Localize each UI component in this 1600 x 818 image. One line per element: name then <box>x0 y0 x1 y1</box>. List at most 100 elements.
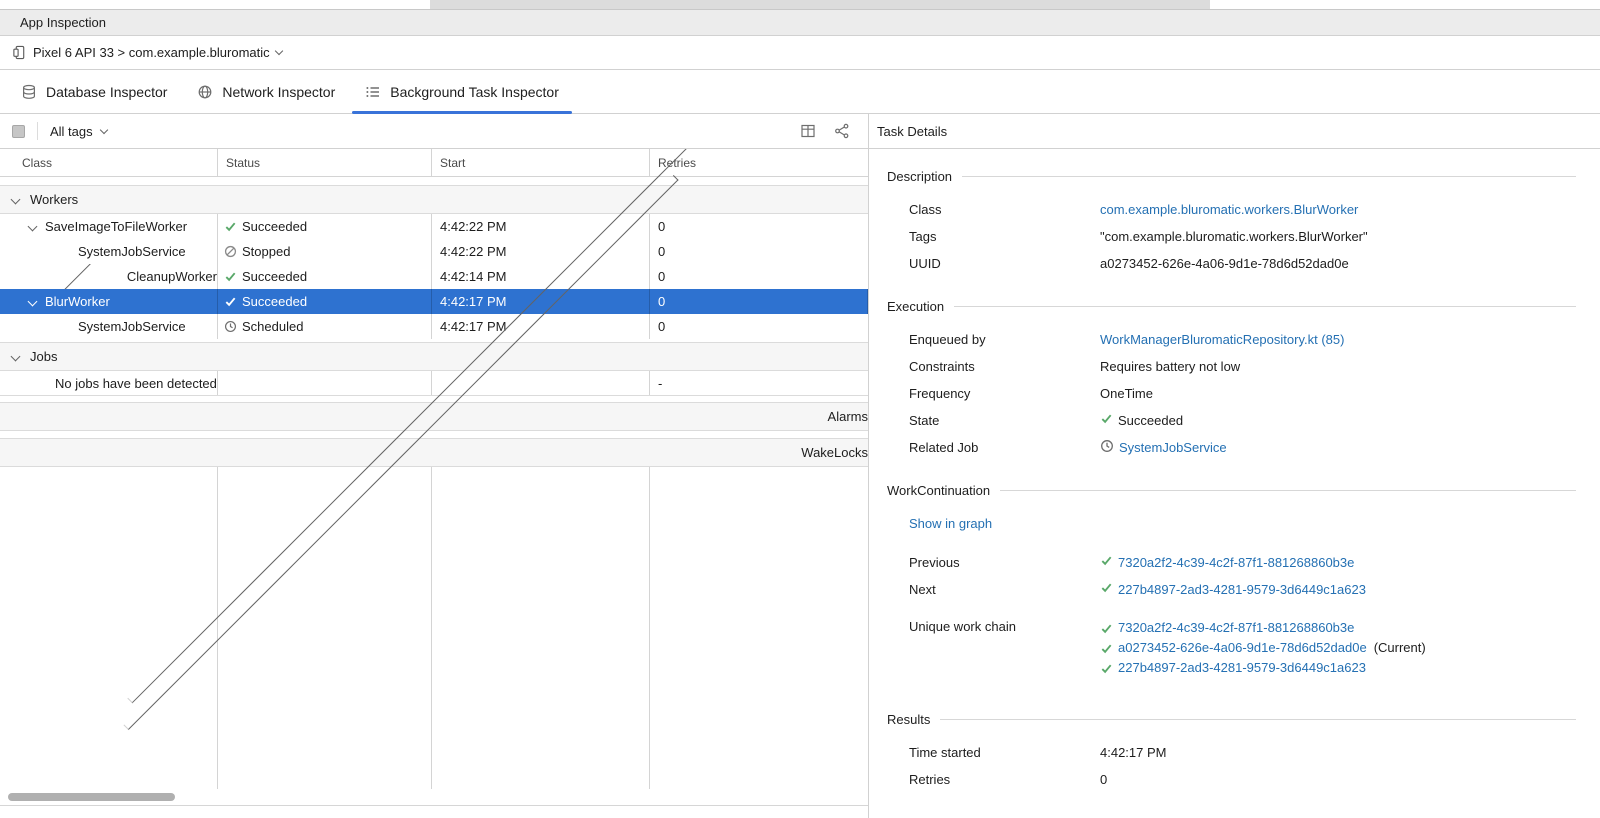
success-check-icon <box>1100 412 1113 425</box>
detail-row-related-job: Related Job SystemJobService <box>909 439 1576 457</box>
table-row[interactable]: SystemJobService Stopped 4:42:22 PM 0 <box>0 239 868 264</box>
detail-label: Enqueued by <box>909 331 1100 349</box>
app-inspection-window: App Inspection Pixel 6 API 33 > com.exam… <box>0 0 1600 818</box>
task-list-icon <box>365 84 381 100</box>
section-title: Results <box>887 712 930 727</box>
task-details-content: Description Class com.example.bluromatic… <box>869 149 1600 818</box>
clock-icon <box>224 320 237 333</box>
column-header-start[interactable]: Start <box>432 149 650 176</box>
success-check-icon <box>224 295 237 308</box>
database-icon <box>21 84 37 100</box>
row-start: 4:42:22 PM <box>432 239 650 264</box>
stop-inspector-icon[interactable] <box>12 125 25 138</box>
chevron-down-icon <box>11 195 21 205</box>
show-in-graph-link[interactable]: Show in graph <box>909 516 992 531</box>
tab-background-task-inspector[interactable]: Background Task Inspector <box>350 70 574 113</box>
detail-row-constraints: Constraints Requires battery not low <box>909 358 1576 376</box>
success-check-icon <box>224 220 237 233</box>
table-header-row: Class Status Start Retries <box>0 149 868 177</box>
group-row-jobs[interactable]: Jobs <box>0 342 868 371</box>
tab-label: Database Inspector <box>46 84 167 100</box>
detail-row-frequency: Frequency OneTime <box>909 385 1576 403</box>
column-header-class[interactable]: Class <box>0 149 218 176</box>
column-header-status[interactable]: Status <box>218 149 432 176</box>
detail-value: Requires battery not low <box>1100 358 1240 376</box>
tab-network-inspector[interactable]: Network Inspector <box>182 70 350 113</box>
detail-row-uuid: UUID a0273452-626e-4a06-9d1e-78d6d52dad0… <box>909 255 1576 273</box>
task-table: Class Status Start Retries Workers SaveI… <box>0 149 868 818</box>
enqueued-by-link[interactable]: WorkManagerBluromaticRepository.kt (85) <box>1100 331 1344 349</box>
row-class: SystemJobService <box>78 319 186 334</box>
detail-value: "com.example.bluromatic.workers.BlurWork… <box>1100 228 1368 246</box>
row-retries: 0 <box>650 289 868 314</box>
chevron-down-icon <box>11 352 21 362</box>
row-class: SaveImageToFileWorker <box>45 219 187 234</box>
row-retries: 0 <box>650 239 868 264</box>
tag-filter-dropdown[interactable]: All tags <box>50 124 107 139</box>
detail-row-tags: Tags "com.example.bluromatic.workers.Blu… <box>909 228 1576 246</box>
table-empty-area <box>0 467 868 789</box>
chevron-right-icon[interactable] <box>40 264 108 289</box>
group-label: Jobs <box>30 349 57 364</box>
empty-jobs-message: No jobs have been detected <box>55 376 217 391</box>
chevron-down-icon[interactable] <box>28 297 38 307</box>
class-link[interactable]: com.example.bluromatic.workers.BlurWorke… <box>1100 201 1358 219</box>
tab-database-inspector[interactable]: Database Inspector <box>6 70 182 113</box>
chain-work-link[interactable]: a0273452-626e-4a06-9d1e-78d6d52dad0e <box>1118 638 1367 658</box>
success-check-icon <box>1100 581 1113 594</box>
success-check-icon <box>1100 554 1113 567</box>
success-check-icon <box>1100 622 1113 635</box>
section-title: Description <box>887 169 952 184</box>
detail-label: Related Job <box>909 439 1100 457</box>
section-divider <box>1000 490 1576 491</box>
detail-row-enqueued-by: Enqueued by WorkManagerBluromaticReposit… <box>909 331 1576 349</box>
detail-value: OneTime <box>1100 385 1153 403</box>
section-divider <box>940 719 1576 720</box>
group-row-wakelocks[interactable]: WakeLocks <box>0 438 868 467</box>
detail-row-previous: Previous 7320a2f2-4c39-4c2f-87f1-8812688… <box>909 554 1576 572</box>
next-work-link[interactable]: 227b4897-2ad3-4281-9579-3d6449c1a623 <box>1118 581 1366 599</box>
horizontal-scrollbar[interactable] <box>0 789 868 805</box>
row-status: Succeeded <box>242 294 307 309</box>
detail-value: Succeeded <box>1118 412 1183 430</box>
group-row-workers[interactable]: Workers <box>0 185 868 214</box>
table-row[interactable]: CleanupWorker Succeeded 4:42:14 PM 0 <box>0 264 868 289</box>
network-globe-icon <box>197 84 213 100</box>
table-row-selected[interactable]: BlurWorker Succeeded 4:42:17 PM 0 <box>0 289 868 314</box>
table-view-icon[interactable] <box>800 123 816 139</box>
detail-label: State <box>909 412 1100 430</box>
panel-bottom-edge <box>0 805 868 818</box>
detail-label: Tags <box>909 228 1100 246</box>
scrollbar-thumb[interactable] <box>8 793 175 801</box>
detail-label: Unique work chain <box>909 618 1100 636</box>
row-retries: 0 <box>650 264 868 289</box>
clock-icon <box>1100 439 1114 453</box>
table-row[interactable]: SaveImageToFileWorker Succeeded 4:42:22 … <box>0 214 868 239</box>
stopped-icon <box>224 245 237 258</box>
section-divider <box>954 306 1576 307</box>
chevron-down-icon[interactable] <box>28 222 38 232</box>
row-status: Succeeded <box>242 219 307 234</box>
detail-label: Time started <box>909 744 1100 762</box>
graph-view-icon[interactable] <box>834 123 850 139</box>
task-details-title: Task Details <box>877 124 947 139</box>
task-details-panel: Task Details Description Class com.examp… <box>868 114 1600 818</box>
chain-work-link[interactable]: 227b4897-2ad3-4281-9579-3d6449c1a623 <box>1118 658 1366 678</box>
section-work-continuation: WorkContinuation <box>887 481 1576 499</box>
column-header-retries[interactable]: Retries <box>650 149 868 176</box>
chain-work-link[interactable]: 7320a2f2-4c39-4c2f-87f1-881268860b3e <box>1118 618 1354 638</box>
chain-item: 7320a2f2-4c39-4c2f-87f1-881268860b3e <box>1100 618 1426 638</box>
tab-label: Network Inspector <box>222 84 335 100</box>
detail-label: Constraints <box>909 358 1100 376</box>
table-row[interactable]: SystemJobService Scheduled 4:42:17 PM 0 <box>0 314 868 339</box>
detail-row-retries: Retries 0 <box>909 771 1576 789</box>
process-selector[interactable]: Pixel 6 API 33 > com.example.bluromatic <box>0 36 1600 70</box>
previous-work-link[interactable]: 7320a2f2-4c39-4c2f-87f1-881268860b3e <box>1118 554 1354 572</box>
top-edge-segment <box>430 0 1210 9</box>
detail-row-class: Class com.example.bluromatic.workers.Blu… <box>909 201 1576 219</box>
related-job-link[interactable]: SystemJobService <box>1119 439 1227 457</box>
row-status: Scheduled <box>242 319 303 334</box>
task-details-header: Task Details <box>869 114 1600 149</box>
detail-label: Previous <box>909 554 1100 572</box>
detail-value: a0273452-626e-4a06-9d1e-78d6d52dad0e <box>1100 255 1349 273</box>
